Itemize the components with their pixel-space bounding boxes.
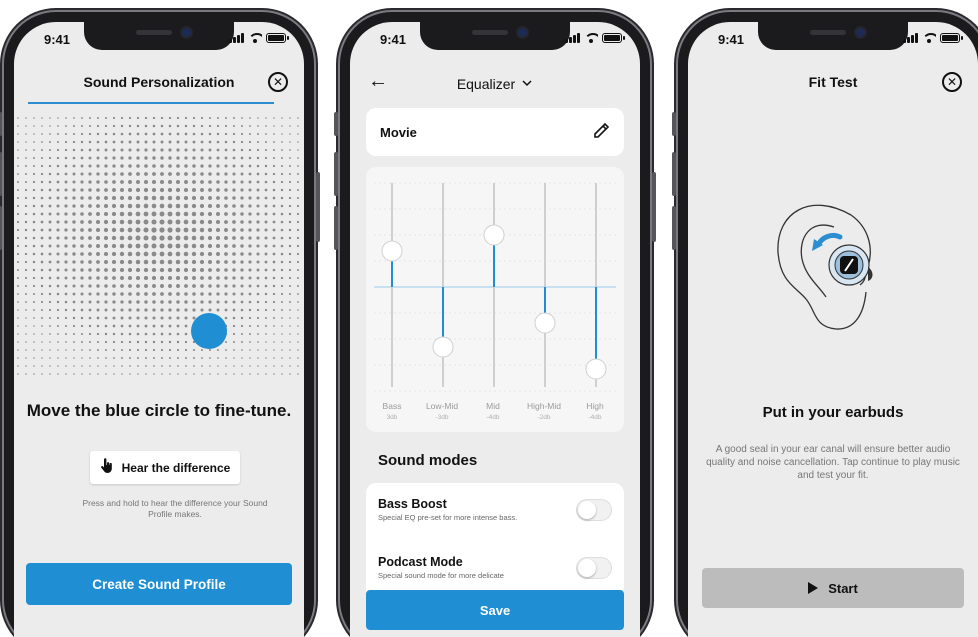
phone-sound-personalization: 9:41 Sound Personalization ✕ Move the bl…	[0, 12, 320, 637]
fit-heading: Put in your earbuds	[762, 404, 904, 421]
sound-modes-heading: Sound modes	[378, 452, 478, 469]
instruction-heading: Move the blue circle to fine-tune.	[26, 401, 292, 420]
signal-icon	[903, 32, 918, 43]
preset-card[interactable]: Movie	[366, 108, 624, 156]
mode-description: Special EQ pre-set for more intense bass…	[378, 513, 518, 522]
mode-description: Special sound mode for more delicate	[378, 571, 504, 580]
phone-equalizer: 9:41 ← Equalizer Movie Bass 3db Low-Mid …	[334, 12, 656, 637]
ear-earbud-illustration	[777, 204, 873, 330]
equalizer-title: Equalizer	[456, 76, 516, 92]
wifi-icon	[584, 32, 598, 43]
preset-name: Movie	[380, 124, 417, 140]
band-label-high: High -4db	[586, 401, 604, 421]
close-icon[interactable]: ✕	[942, 72, 962, 92]
start-label: Start	[828, 580, 858, 596]
band-label-bass: Bass 3db	[382, 401, 402, 421]
hand-pointer-icon	[100, 458, 114, 477]
equalizer-panel: Bass 3db Low-Mid -3db Mid -4db High-Mid -2db…	[366, 167, 624, 432]
band-label-low-mid: Low-Mid -3db	[425, 401, 459, 421]
podcast-mode-toggle[interactable]	[576, 557, 612, 579]
mode-podcast: Podcast Mode Special sound mode for more…	[378, 555, 612, 580]
battery-icon	[602, 33, 625, 43]
phone-fit-test: 9:41 Fit Test ✕ Put in your earbuds A go…	[672, 12, 978, 637]
equalizer-sliders[interactable]	[366, 167, 624, 432]
wifi-icon	[922, 32, 936, 43]
status-icons	[565, 32, 625, 43]
pencil-icon[interactable]	[592, 121, 610, 143]
signal-icon	[565, 32, 580, 43]
progress-bar	[28, 102, 274, 104]
signal-icon	[229, 32, 244, 43]
bass-boost-toggle[interactable]	[576, 499, 612, 521]
eq-slider-knob-bass[interactable]	[381, 240, 403, 262]
eq-slider-knob-high[interactable]	[585, 358, 607, 380]
mode-bass-boost: Bass Boost Special EQ pre-set for more i…	[378, 497, 612, 522]
hint-text: Press and hold to hear the difference yo…	[82, 498, 268, 519]
equalizer-title-dropdown[interactable]: Equalizer	[350, 76, 640, 92]
band-label-mid: Mid -4db	[486, 401, 500, 421]
fit-description: A good seal in your ear canal will ensur…	[706, 444, 960, 481]
band-label-high-mid: High-Mid -2db	[526, 401, 561, 421]
screen: 9:41 Sound Personalization ✕ Move the bl…	[14, 22, 304, 637]
app-showcase: 9:41 Sound Personalization ✕ Move the bl…	[0, 0, 978, 637]
screen: 9:41 Fit Test ✕ Put in your earbuds A go…	[688, 22, 978, 637]
hear-difference-label: Hear the difference	[121, 460, 231, 475]
create-sound-profile-button[interactable]: Create Sound Profile	[26, 563, 292, 605]
page-title: Sound Personalization	[83, 74, 235, 90]
hear-difference-button[interactable]: Hear the difference	[90, 451, 240, 484]
close-icon[interactable]: ✕	[268, 72, 288, 92]
screen: 9:41 ← Equalizer Movie Bass 3db Low-Mid …	[350, 22, 640, 637]
eq-slider-knob-mid[interactable]	[483, 224, 505, 246]
play-icon	[808, 582, 819, 594]
battery-icon	[940, 33, 963, 43]
eq-slider-knob-low-mid[interactable]	[432, 336, 454, 358]
status-time: 9:41	[718, 32, 745, 47]
battery-icon	[266, 33, 289, 43]
sound-profile-dot-grid[interactable]	[14, 112, 304, 382]
save-button[interactable]: Save	[366, 590, 624, 630]
eq-slider-knob-high-mid[interactable]	[534, 312, 556, 334]
status-time: 9:41	[380, 32, 407, 47]
status-icons	[229, 32, 289, 43]
wifi-icon	[248, 32, 262, 43]
blue-circle-handle[interactable]	[191, 313, 227, 349]
status-icons	[903, 32, 963, 43]
page-title: Fit Test	[808, 74, 858, 90]
chevron-down-icon	[521, 76, 533, 92]
status-time: 9:41	[44, 32, 71, 47]
start-button[interactable]: Start	[702, 568, 964, 608]
